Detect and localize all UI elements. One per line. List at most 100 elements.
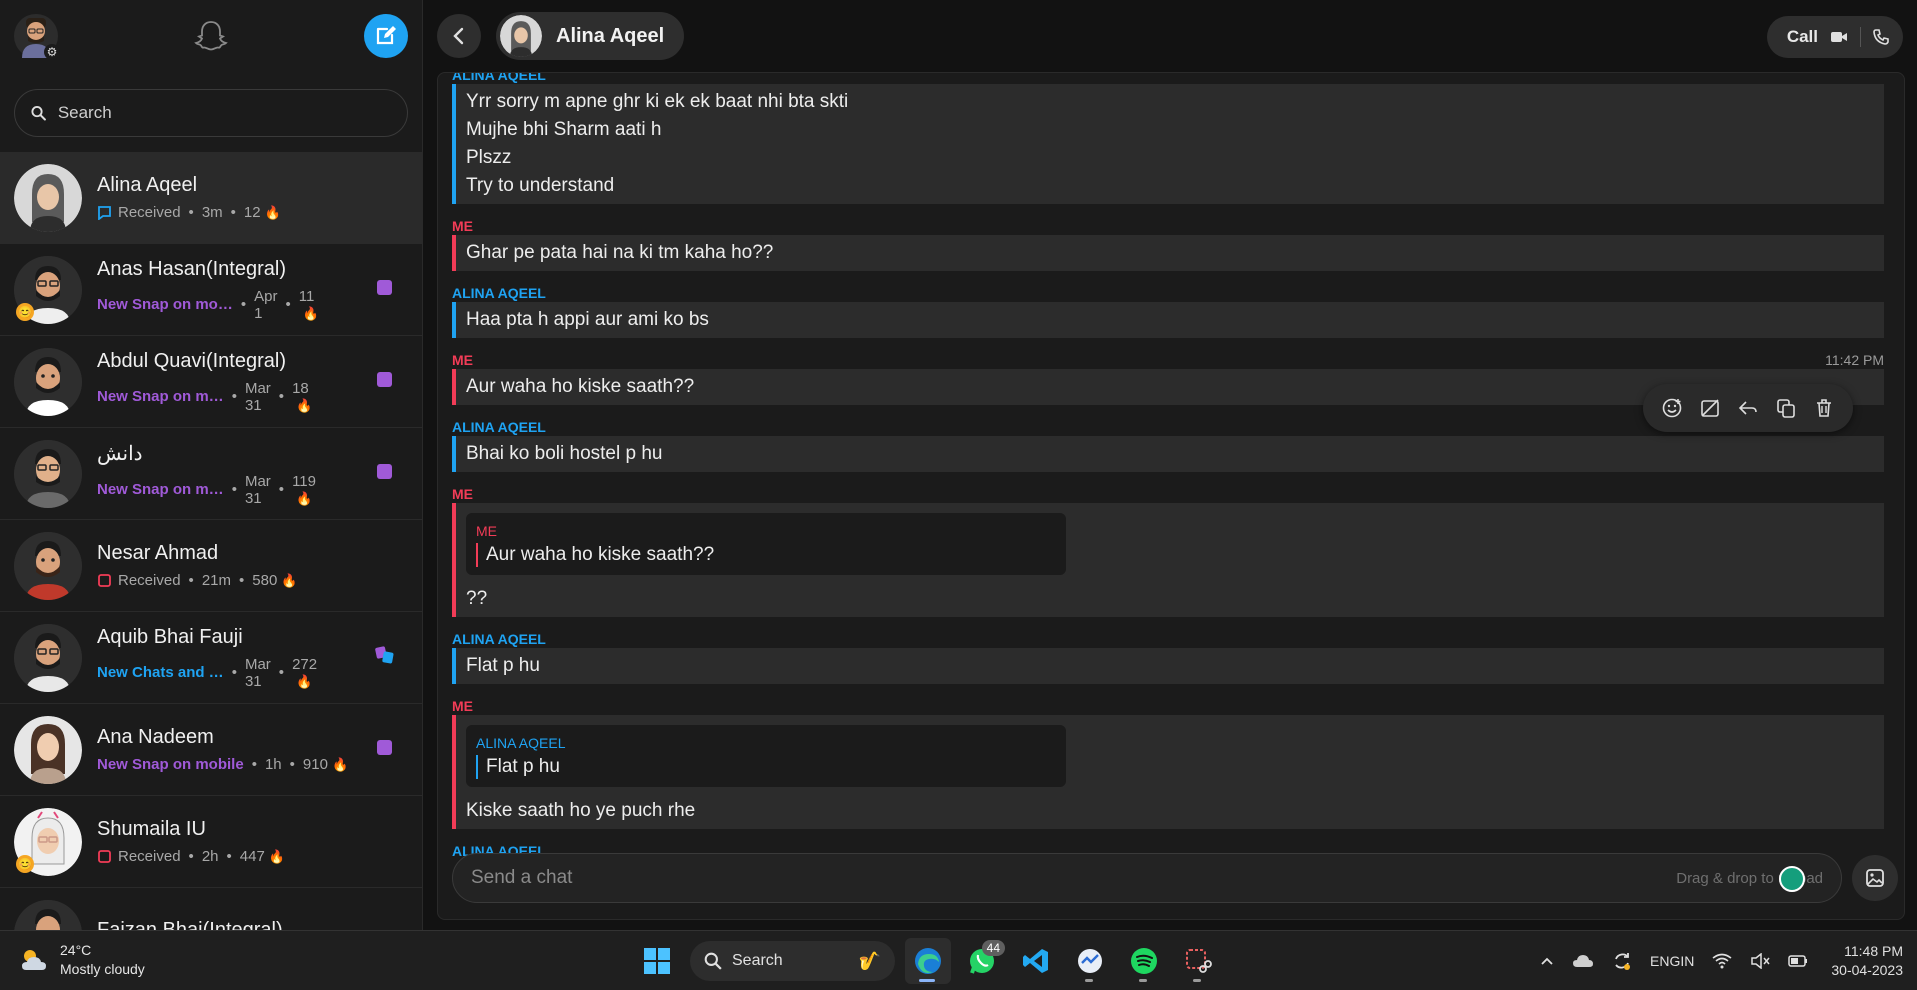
streak-fire-icon: 🔥 (296, 673, 313, 689)
new-snap-indicator-icon (377, 464, 392, 479)
spotify-icon[interactable] (1121, 938, 1167, 984)
message-text: ?? (466, 588, 488, 609)
chat-status: New Chats and … • Mar 31 • 272 🔥 (97, 655, 318, 690)
message-bubble[interactable]: ALINA AQEEL Flat p hu Kiske saath ho ye … (452, 715, 1884, 829)
chat-name: Nesar Ahmad (97, 542, 219, 564)
whatsapp-icon[interactable]: 44 (959, 938, 1005, 984)
quoted-reply[interactable]: ALINA AQEEL Flat p hu (466, 725, 1066, 787)
search-icon (704, 952, 722, 970)
message-bubble[interactable]: ME Aur waha ho kiske saath?? ?? (452, 503, 1884, 617)
phone-call-icon[interactable] (1873, 29, 1889, 45)
message-text: Flat p hu (466, 655, 540, 676)
quoted-text: Aur waha ho kiske saath?? (476, 543, 1056, 567)
app-icon[interactable] (1067, 938, 1113, 984)
back-button[interactable] (437, 14, 481, 58)
avatar (14, 347, 82, 416)
chat-list-item[interactable]: Aquib Bhai Fauji New Chats and … • Mar 31 • 2… (0, 612, 422, 704)
new-chat-button[interactable] (364, 14, 408, 58)
battery-icon[interactable] (1788, 955, 1808, 967)
compose-icon (376, 26, 396, 45)
unsave-icon[interactable] (1697, 395, 1723, 421)
chat-input[interactable] (471, 867, 1677, 889)
chat-header: Alina Aqeel Call (423, 0, 1917, 72)
snapchat-ghost-icon[interactable] (191, 16, 231, 56)
streak-fire-icon: 🔥 (296, 397, 313, 413)
chat-list-item[interactable]: Nesar Ahmad Received • 21m • 580 🔥 (0, 520, 422, 612)
avatar (14, 715, 82, 784)
system-tray: ENG IN 11:48 PM 30-04-2023 (1531, 931, 1917, 990)
avatar (14, 531, 82, 600)
vscode-icon[interactable] (1013, 938, 1059, 984)
chat-status: New Snap on m… • Mar 31 • 119 🔥 (97, 472, 316, 507)
taskbar-search[interactable]: Search 🎷 (690, 941, 895, 981)
video-call-icon[interactable] (1830, 30, 1848, 44)
message-composer[interactable]: Drag & drop to upload (452, 853, 1842, 903)
streak-fire-icon: 🔥 (281, 572, 298, 588)
message-sender: ALINA AQEEL (452, 72, 546, 83)
message-bubble[interactable]: Ghar pe pata hai na ki tm kaha ho?? (452, 235, 1884, 271)
wifi-icon[interactable] (1712, 953, 1732, 969)
chat-list: Alina Aqeel Received • 3m • 12 🔥 😊 Anas Hasan… (0, 152, 422, 930)
quoted-reply[interactable]: ME Aur waha ho kiske saath?? (466, 513, 1066, 575)
contact-name: Alina Aqeel (556, 24, 665, 47)
language-indicator[interactable]: ENG IN (1650, 952, 1694, 970)
chat-list-item[interactable]: Alina Aqeel Received • 3m • 12 🔥 (0, 152, 422, 244)
call-label: Call (1786, 27, 1818, 46)
friend-emoji-icon: 😊 (16, 855, 34, 873)
profile-avatar[interactable]: ⚙ (14, 14, 60, 60)
avatar (14, 899, 82, 930)
edge-browser-icon[interactable] (905, 938, 951, 984)
streak-fire-icon: 🔥 (264, 204, 281, 220)
contact-profile-button[interactable]: Alina Aqeel (496, 12, 685, 60)
weather-temp: 24°C (60, 942, 92, 958)
avatar (500, 15, 542, 57)
sync-icon[interactable] (1612, 951, 1632, 971)
message-bubble[interactable]: Haa pta h appi aur ami ko bs (452, 302, 1884, 338)
gear-icon[interactable]: ⚙ (44, 44, 60, 60)
quoted-sender: ALINA AQEEL (476, 735, 566, 751)
message-sender: ALINA AQEEL (452, 285, 546, 301)
chat-name: Ana Nadeem (97, 726, 214, 748)
weather-cloudy-icon (22, 950, 46, 970)
delete-icon[interactable] (1811, 395, 1837, 421)
copy-icon[interactable] (1773, 395, 1799, 421)
chat-list-item[interactable]: 😊 Shumaila IU Received • 2h • 447 🔥 (0, 796, 422, 888)
onedrive-cloud-icon[interactable] (1572, 953, 1594, 969)
volume-muted-icon[interactable] (1750, 953, 1770, 969)
message-sender: ME (452, 698, 473, 714)
chat-name: Anas Hasan(Integral) (97, 257, 286, 280)
react-emoji-icon[interactable] (1659, 395, 1685, 421)
message-sender: ME (452, 218, 473, 234)
snipping-tool-icon[interactable] (1175, 938, 1221, 984)
chevron-up-icon[interactable] (1540, 956, 1554, 966)
windows-taskbar: 24°C Mostly cloudy Search 🎷 44 ENG IN 11… (0, 930, 1917, 990)
image-icon (1866, 869, 1884, 887)
message-text: Ghar pe pata hai na ki tm kaha ho?? (466, 242, 774, 263)
upload-image-button[interactable] (1852, 855, 1898, 901)
system-clock[interactable]: 11:48 PM 30-04-2023 (1831, 942, 1903, 980)
search-bar[interactable] (14, 89, 408, 137)
chat-list-item[interactable]: دانش New Snap on m… • Mar 31 • 119 🔥 (0, 428, 422, 520)
chat-list-item[interactable]: Faizan Bhai(Integral) (0, 888, 422, 930)
message-bubble[interactable]: Bhai ko boli hostel p hu (452, 436, 1884, 472)
weather-widget[interactable]: 24°C Mostly cloudy (18, 941, 145, 979)
reply-icon[interactable] (1735, 395, 1761, 421)
chat-list-item[interactable]: 😊 Anas Hasan(Integral) New Snap on mo… • A… (0, 244, 422, 336)
message-bubble[interactable]: Yrr sorry m apne ghr ki ek ek baat nhi b… (452, 84, 1884, 204)
notification-badge: 44 (981, 940, 1005, 956)
avatar (14, 439, 82, 508)
chat-name: Aquib Bhai Fauji (97, 625, 243, 648)
sidebar: ⚙ Alina Aqeel (0, 0, 423, 930)
quoted-text: Flat p hu (476, 755, 1056, 779)
conversation-panel: ALINA AQEEL Yrr sorry m apne ghr ki ek e… (437, 72, 1905, 920)
chat-list-item[interactable]: Abdul Quavi(Integral) New Snap on m… • Mar… (0, 336, 422, 428)
chat-status: New Snap on mo… • Apr 1 • 11 🔥 (97, 287, 319, 322)
chat-list-item[interactable]: Ana Nadeem New Snap on mobile • 1h • 910 🔥 (0, 704, 422, 796)
message-bubble[interactable]: Flat p hu (452, 648, 1884, 684)
message-action-toolbar (1643, 384, 1853, 432)
message-sender: ME (452, 486, 473, 502)
grammarly-icon[interactable] (1779, 866, 1805, 892)
search-input[interactable] (57, 103, 391, 123)
chat-name: Shumaila IU (97, 818, 206, 840)
windows-start-icon[interactable] (634, 938, 680, 984)
